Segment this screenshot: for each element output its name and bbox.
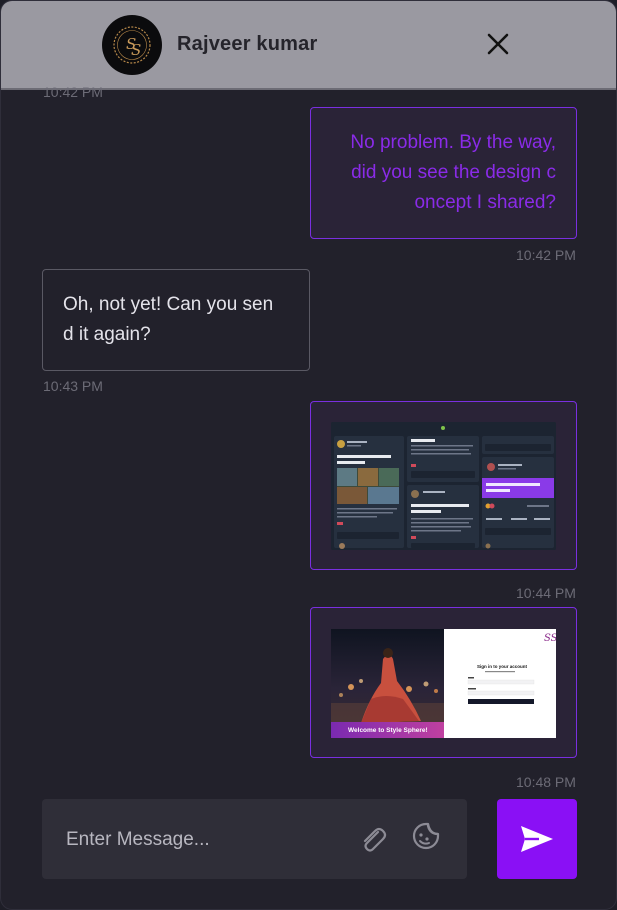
- message-timestamp: 10:43 PM: [43, 378, 103, 394]
- incoming-message-bubble: Oh, not yet! Can you sen d it again?: [42, 269, 310, 371]
- sticker-button[interactable]: [410, 820, 442, 852]
- close-button[interactable]: [483, 29, 513, 59]
- contact-name: Rajveer kumar: [177, 33, 318, 55]
- message-timestamp: 10:42 PM: [516, 247, 576, 263]
- message-line: d it again?: [63, 324, 151, 345]
- svg-text:S: S: [131, 41, 141, 59]
- send-icon: [521, 826, 553, 852]
- message-line: oncept I shared?: [414, 192, 556, 213]
- attach-button[interactable]: [356, 823, 388, 855]
- avatar[interactable]: S S: [102, 15, 162, 75]
- shared-image-design-templates[interactable]: [331, 422, 556, 550]
- message-text: Oh, not yet! Can you sen d it again?: [63, 290, 293, 350]
- message-line: Oh, not yet! Can you sen: [63, 294, 274, 315]
- paperclip-icon: [363, 827, 387, 852]
- send-button[interactable]: [497, 799, 577, 879]
- message-line: No problem. By the way,: [350, 132, 556, 153]
- design-preview-graphic: [331, 422, 556, 550]
- message-timestamp: 10:42 PM: [43, 84, 103, 100]
- avatar-logo-icon: S S: [113, 26, 151, 64]
- chat-header: S S Rajveer kumar: [1, 1, 616, 90]
- message-text: No problem. By the way, did you see the …: [326, 128, 556, 218]
- message-timestamp: 10:44 PM: [516, 585, 576, 601]
- outgoing-message-bubble: No problem. By the way, did you see the …: [310, 107, 577, 239]
- banner-text: Welcome to Style Sphere!: [348, 727, 428, 734]
- brand-logo: SS: [544, 633, 556, 644]
- signin-preview-graphic: Welcome to Style Sphere! SS Sign in to y…: [331, 629, 556, 738]
- close-icon: [487, 33, 509, 55]
- sticker-emoji-icon: [412, 822, 440, 850]
- shared-image-style-sphere[interactable]: Welcome to Style Sphere! SS Sign in to y…: [331, 629, 556, 738]
- message-input[interactable]: [66, 826, 336, 854]
- message-line: did you see the design c: [351, 162, 556, 183]
- message-timestamp: 10:48 PM: [516, 774, 576, 790]
- chat-window: S S Rajveer kumar 10:42 PM No problem. B…: [0, 0, 617, 910]
- signin-title: Sign in to your account: [477, 664, 528, 669]
- message-composer: [42, 799, 467, 879]
